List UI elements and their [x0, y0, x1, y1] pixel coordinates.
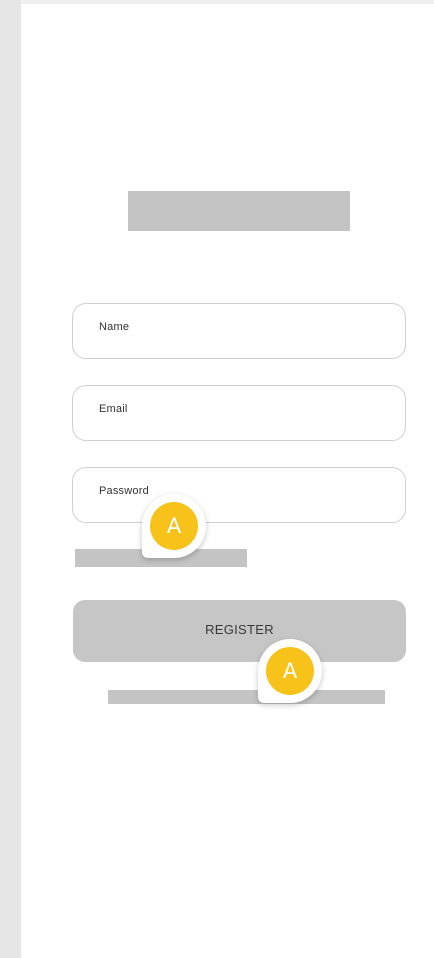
register-button-label: REGISTER	[205, 622, 274, 637]
password-field[interactable]: Password	[72, 467, 406, 523]
annotation-marker[interactable]: A	[258, 639, 322, 703]
annotation-marker[interactable]: A	[142, 494, 206, 558]
annotation-label: A	[150, 502, 198, 550]
annotation-label: A	[266, 647, 314, 695]
logo-placeholder	[128, 191, 350, 231]
left-panel-edge	[0, 0, 21, 958]
register-button[interactable]: REGISTER	[73, 600, 406, 662]
name-field-placeholder: Name	[99, 321, 130, 333]
name-field[interactable]: Name	[72, 303, 406, 359]
email-field-placeholder: Email	[99, 403, 128, 415]
login-link-placeholder[interactable]	[108, 690, 385, 704]
top-edge	[21, 0, 434, 4]
email-field[interactable]: Email	[72, 385, 406, 441]
